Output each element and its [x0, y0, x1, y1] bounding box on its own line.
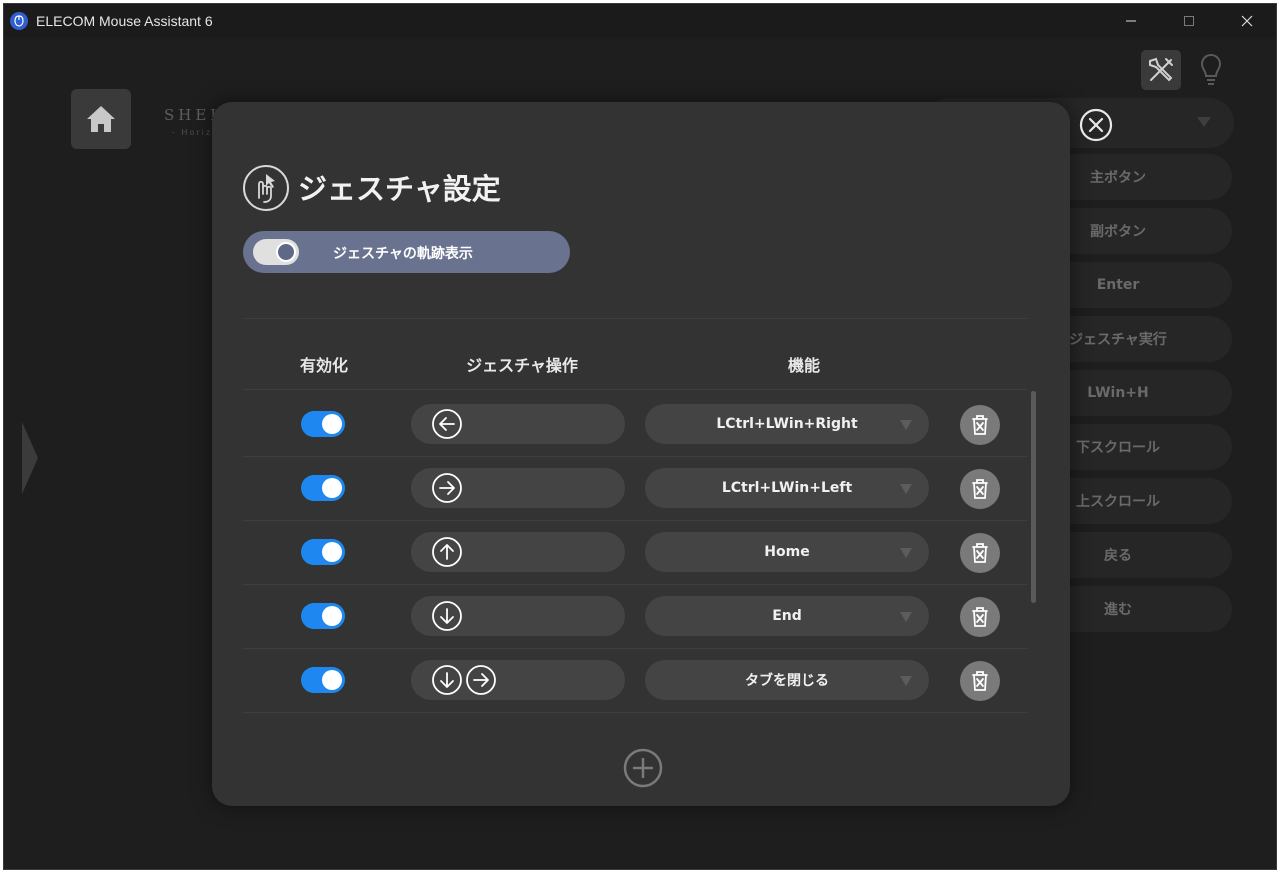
gesture-settings-dialog: ジェスチャ設定 ジェスチャの軌跡表示 有効化 ジェスチャ操作 機能 LCtrl+…	[212, 102, 1070, 806]
switch-knob	[322, 606, 342, 626]
window-controls	[1102, 4, 1276, 38]
function-value: Home	[764, 544, 810, 560]
switch-knob	[322, 542, 342, 562]
chevron-down-icon	[1197, 117, 1211, 127]
trash-icon	[972, 415, 988, 435]
arrow-up-circle-icon	[432, 537, 462, 567]
gesture-input[interactable]	[411, 660, 625, 700]
column-header-gesture: ジェスチャ操作	[466, 356, 578, 375]
window-title: ELECOM Mouse Assistant 6	[36, 13, 213, 29]
delete-row-button[interactable]	[960, 661, 1000, 701]
delete-row-button[interactable]	[960, 533, 1000, 573]
gesture-row: LCtrl+LWin+Left	[243, 456, 1027, 520]
gesture-row: End	[243, 584, 1027, 648]
gesture-row: Home	[243, 520, 1027, 584]
dialog-title: ジェスチャ設定	[298, 172, 501, 206]
function-value: LCtrl+LWin+Right	[716, 416, 858, 432]
chevron-down-icon	[900, 484, 912, 494]
list-scrollbar[interactable]	[1031, 391, 1036, 603]
chevron-down-icon	[900, 676, 912, 686]
close-dialog-button[interactable]	[1079, 108, 1113, 142]
gesture-row: タブを閉じる	[243, 648, 1027, 712]
gesture-trail-toggle[interactable]: ジェスチャの軌跡表示	[243, 231, 570, 273]
function-value: タブを閉じる	[745, 673, 829, 689]
column-header-enable: 有効化	[299, 356, 348, 375]
home-icon	[87, 106, 115, 132]
enable-toggle[interactable]	[301, 539, 345, 565]
divider	[243, 318, 1027, 319]
chevron-down-icon	[900, 548, 912, 558]
trail-switch[interactable]	[253, 239, 299, 265]
arrow-right-circle-icon	[466, 665, 496, 695]
delete-row-button[interactable]	[960, 405, 1000, 445]
function-select[interactable]: Home	[645, 532, 929, 572]
close-window-button[interactable]	[1218, 4, 1276, 38]
home-button[interactable]	[71, 89, 131, 149]
add-gesture-button[interactable]	[622, 747, 664, 789]
chevron-down-icon	[900, 612, 912, 622]
delete-row-button[interactable]	[960, 469, 1000, 509]
gesture-input[interactable]	[411, 596, 625, 636]
chevron-down-icon	[900, 420, 912, 430]
trash-icon	[972, 479, 988, 499]
gesture-input[interactable]	[411, 404, 625, 444]
column-header-function: 機能	[787, 356, 820, 375]
close-icon	[1241, 15, 1253, 27]
enable-toggle[interactable]	[301, 667, 345, 693]
function-select[interactable]: End	[645, 596, 929, 636]
settings-tools-button[interactable]	[1141, 50, 1181, 90]
arrow-down-circle-icon	[432, 601, 462, 631]
divider	[243, 389, 1027, 390]
enable-toggle[interactable]	[301, 475, 345, 501]
delete-row-button[interactable]	[960, 597, 1000, 637]
trail-toggle-label: ジェスチャの軌跡表示	[333, 246, 473, 262]
arrow-right-circle-icon	[432, 473, 462, 503]
switch-knob	[322, 478, 342, 498]
function-value: LCtrl+LWin+Left	[721, 480, 853, 496]
title-bar: ELECOM Mouse Assistant 6	[4, 4, 1276, 38]
function-value: End	[772, 608, 802, 624]
enable-toggle[interactable]	[301, 411, 345, 437]
gesture-input[interactable]	[411, 532, 625, 572]
switch-knob	[322, 414, 342, 434]
function-select[interactable]: タブを閉じる	[645, 660, 929, 700]
trash-icon	[972, 671, 988, 691]
switch-knob	[276, 242, 296, 262]
app-logo-icon	[10, 12, 28, 30]
expand-left-arrow-icon[interactable]	[18, 418, 42, 498]
enable-toggle[interactable]	[301, 603, 345, 629]
gesture-row: LCtrl+LWin+Right	[243, 392, 1027, 456]
function-select[interactable]: LCtrl+LWin+Right	[645, 404, 929, 444]
gesture-input[interactable]	[411, 468, 625, 508]
tools-icon	[1149, 57, 1173, 82]
function-select[interactable]: LCtrl+LWin+Left	[645, 468, 929, 508]
divider	[243, 712, 1027, 713]
minimize-button[interactable]	[1102, 4, 1160, 38]
switch-knob	[322, 670, 342, 690]
maximize-icon	[1184, 16, 1194, 26]
minimize-icon	[1126, 20, 1136, 22]
trash-icon	[972, 607, 988, 627]
app-window: ELECOM Mouse Assistant 6 SHEL - Horiz 主ボ…	[3, 3, 1277, 870]
maximize-button[interactable]	[1160, 4, 1218, 38]
help-bulb-icon[interactable]	[1197, 52, 1225, 88]
arrow-down-circle-icon	[432, 665, 462, 695]
arrow-left-circle-icon	[432, 409, 462, 439]
brand-subtitle: - Horiz	[172, 128, 213, 137]
trash-icon	[972, 543, 988, 563]
gesture-hand-icon	[243, 165, 289, 211]
